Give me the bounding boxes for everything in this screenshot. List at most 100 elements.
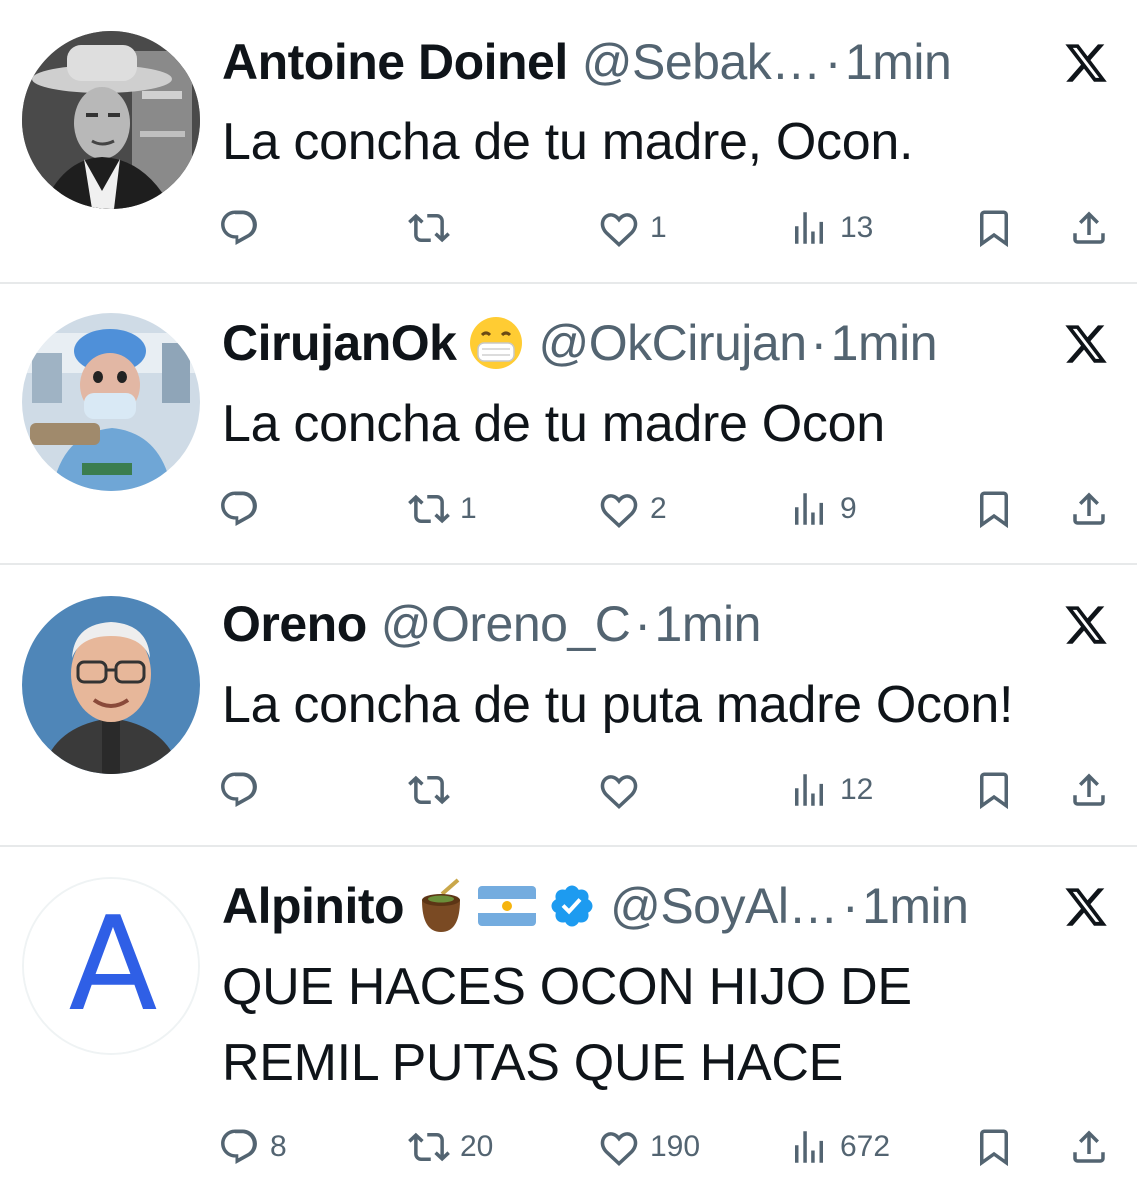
like-count: 1 — [650, 211, 667, 244]
view-count: 13 — [840, 211, 874, 244]
bookmark-button[interactable] — [973, 484, 1015, 534]
retweet-count: 1 — [460, 492, 477, 525]
like-icon — [598, 769, 640, 811]
reply-button[interactable]: 8 — [218, 1122, 287, 1172]
views-icon — [788, 769, 830, 811]
view-count: 672 — [840, 1130, 891, 1163]
mate-emoji-icon — [416, 878, 466, 934]
avatar[interactable]: A — [22, 877, 200, 1055]
user-handle[interactable]: @Sebak… — [582, 33, 822, 91]
share-button[interactable] — [1068, 1122, 1110, 1172]
like-icon — [598, 207, 640, 249]
retweet-icon — [408, 1126, 450, 1168]
bookmark-button[interactable] — [973, 203, 1015, 253]
views-button[interactable]: 9 — [788, 484, 857, 534]
user-handle[interactable]: @SoyAl… — [610, 877, 838, 935]
timestamp[interactable]: 1min — [831, 314, 938, 372]
avatar[interactable] — [22, 313, 200, 491]
like-button[interactable]: 190 — [598, 1122, 700, 1172]
views-button[interactable]: 672 — [788, 1122, 890, 1172]
reply-icon — [218, 1126, 260, 1168]
tweet-header: CirujanOk @OkCirujan · 1min — [222, 313, 1047, 373]
views-button[interactable]: 12 — [788, 765, 873, 815]
tweet-header: Oreno @Oreno_C · 1min — [222, 594, 1047, 654]
bookmark-button[interactable] — [973, 1122, 1015, 1172]
bookmark-icon — [973, 207, 1015, 249]
tweet-header: Antoine Doinel @Sebak… · 1min — [222, 32, 1047, 92]
share-icon — [1068, 488, 1110, 530]
x-logo-icon — [1063, 40, 1109, 86]
tweet-item[interactable]: Antoine Doinel @Sebak… · 1min La concha … — [0, 0, 1137, 282]
bookmark-icon — [973, 769, 1015, 811]
like-icon — [598, 1126, 640, 1168]
tweet-text: QUE HACES OCON HIJO DE REMIL PUTAS QUE H… — [222, 949, 1107, 1101]
views-icon — [788, 488, 830, 530]
tweet-text: La concha de tu madre, Ocon. — [222, 113, 914, 171]
view-count: 12 — [840, 773, 874, 806]
views-button[interactable]: 13 — [788, 203, 873, 253]
share-icon — [1068, 1126, 1110, 1168]
action-bar: 1 13 — [218, 203, 1118, 253]
tweet-item[interactable]: CirujanOk @OkCirujan · 1min La concha de… — [0, 284, 1137, 564]
avatar-surgeon-image — [22, 313, 200, 491]
retweet-button[interactable] — [408, 203, 460, 253]
retweet-button[interactable]: 1 — [408, 484, 477, 534]
retweet-count: 20 — [460, 1130, 494, 1163]
share-button[interactable] — [1068, 765, 1110, 815]
bookmark-button[interactable] — [973, 765, 1015, 815]
tweet-text-line: REMIL PUTAS QUE HACE — [222, 1034, 843, 1092]
avatar[interactable] — [22, 596, 200, 774]
share-icon — [1068, 769, 1110, 811]
like-icon — [598, 488, 640, 530]
avatar[interactable] — [22, 31, 200, 209]
argentina-flag-icon — [478, 886, 537, 926]
mask-face-emoji-icon — [468, 315, 524, 371]
action-bar: 1 2 9 — [218, 484, 1118, 534]
like-button[interactable]: 1 — [598, 203, 667, 253]
separator-dot: · — [824, 34, 842, 90]
reply-icon — [218, 769, 260, 811]
tweet-item[interactable]: Oreno @Oreno_C · 1min La concha de tu pu… — [0, 565, 1137, 845]
reply-icon — [218, 488, 260, 530]
reply-count: 8 — [270, 1130, 287, 1163]
like-button[interactable]: 2 — [598, 484, 667, 534]
share-button[interactable] — [1068, 203, 1110, 253]
retweet-button[interactable] — [408, 765, 460, 815]
share-button[interactable] — [1068, 484, 1110, 534]
reply-button[interactable] — [218, 765, 270, 815]
retweet-icon — [408, 769, 450, 811]
display-name[interactable]: Antoine Doinel — [222, 33, 568, 91]
timestamp[interactable]: 1min — [655, 595, 762, 653]
user-handle[interactable]: @OkCirujan — [538, 314, 807, 372]
display-name[interactable]: Alpinito — [222, 877, 405, 935]
timestamp[interactable]: 1min — [862, 877, 969, 935]
tweet-text: La concha de tu madre Ocon — [222, 395, 885, 453]
reply-button[interactable] — [218, 203, 270, 253]
avatar-cartoon-man-image — [22, 596, 200, 774]
views-icon — [788, 207, 830, 249]
avatar-cowboy-image — [22, 31, 200, 209]
display-name[interactable]: CirujanOk — [222, 314, 457, 372]
like-count: 190 — [650, 1130, 701, 1163]
like-button[interactable] — [598, 765, 650, 815]
retweet-button[interactable]: 20 — [408, 1122, 493, 1172]
verified-badge-icon — [548, 882, 596, 930]
x-logo-icon — [1063, 321, 1109, 367]
bookmark-icon — [973, 1126, 1015, 1168]
separator-dot: · — [810, 315, 828, 371]
tweet-text-line: QUE HACES OCON HIJO DE — [222, 958, 912, 1016]
views-icon — [788, 1126, 830, 1168]
retweet-icon — [408, 488, 450, 530]
user-handle[interactable]: @Oreno_C — [381, 595, 631, 653]
avatar-letter-image: A — [24, 879, 198, 1053]
timestamp[interactable]: 1min — [845, 33, 952, 91]
retweet-icon — [408, 207, 450, 249]
reply-button[interactable] — [218, 484, 270, 534]
avatar-letter: A — [69, 888, 158, 1040]
tweet-item[interactable]: A Alpinito @SoyAl… · 1min QUE HACES OCON… — [0, 847, 1137, 1200]
separator-dot: · — [841, 878, 859, 934]
like-count: 2 — [650, 492, 667, 525]
display-name[interactable]: Oreno — [222, 595, 367, 653]
reply-icon — [218, 207, 260, 249]
view-count: 9 — [840, 492, 857, 525]
